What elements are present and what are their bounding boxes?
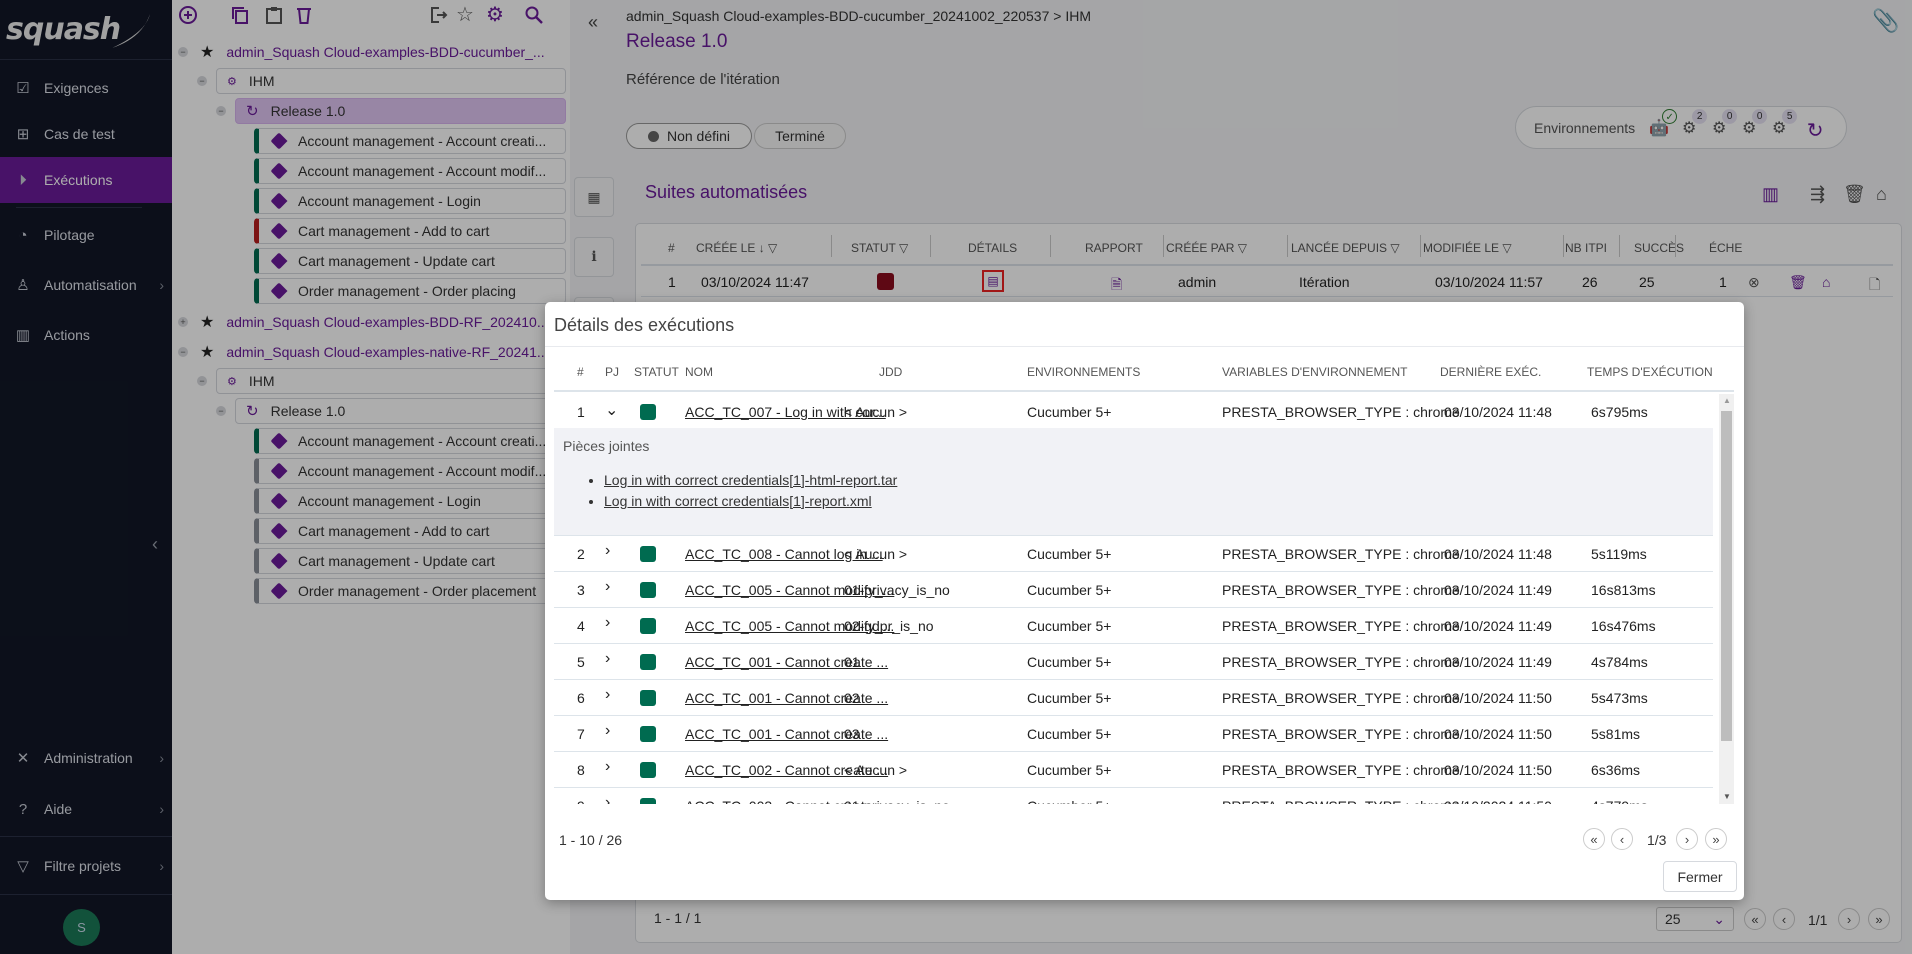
attachment-link[interactable]: Log in with correct credentials[1]-html-… [604,470,897,491]
collapse-chevron-icon[interactable]: ⌄ [605,400,618,420]
col-header: VARIABLES D'ENVIRONNEMENT [1222,365,1408,379]
attachments-label: Pièces jointes [563,438,650,454]
dialog-title: Détails des exécutions [554,315,735,335]
next-page-button[interactable]: › [1676,828,1698,850]
status-badge [640,762,656,778]
col-header: DERNIÈRE EXÉC. [1440,365,1542,379]
status-badge [640,654,656,670]
status-badge [640,618,656,634]
col-header: NOM [685,365,713,379]
col-header: PJ [605,365,620,379]
expand-chevron-icon[interactable]: › [605,794,610,804]
status-badge [640,798,656,804]
scrollbar-thumb[interactable] [1721,411,1732,741]
expand-chevron-icon[interactable]: › [605,578,610,596]
execution-details-dialog: Détails des exécutions # PJ STATUT NOM J… [545,302,1744,900]
close-button[interactable]: Fermer [1663,861,1737,892]
expand-chevron-icon[interactable]: › [605,614,610,632]
table-row[interactable]: 8 › ACC_TC_002 - Cannot create ... < Aucun … [554,752,1713,788]
attachments-panel: Pièces jointes Log in with correct crede… [554,428,1713,536]
table-row[interactable]: 1 ⌄ ACC_TC_007 - Log in with cor... < Aucun… [554,394,1713,430]
prev-page-button[interactable]: ‹ [1611,828,1633,850]
status-badge [640,582,656,598]
expand-chevron-icon[interactable]: › [605,542,610,560]
last-page-button[interactable]: » [1705,828,1727,850]
col-header: STATUT [634,365,679,379]
table-row[interactable]: 4 › ACC_TC_005 - Cannot modify_... 02-gdpr_… [554,608,1713,644]
scroll-up-icon: ▲ [1723,396,1731,405]
attachment-link[interactable]: Log in with correct credentials[1]-repor… [604,491,897,512]
first-page-button[interactable]: « [1583,828,1605,850]
expand-chevron-icon[interactable]: › [605,686,610,704]
table-row[interactable]: 6 › ACC_TC_001 - Cannot create ... 02 Cucumb… [554,680,1713,716]
table-row[interactable]: 3 › ACC_TC_005 - Cannot modify_... 01-priva… [554,572,1713,608]
expand-chevron-icon[interactable]: › [605,650,610,668]
status-badge [640,546,656,562]
status-badge [640,726,656,742]
dialog-scrollbar[interactable]: ▲ ▼ [1719,394,1734,804]
scroll-down-icon: ▼ [1723,792,1731,801]
status-badge [640,404,656,420]
table-row[interactable]: 5 › ACC_TC_001 - Cannot create ... 01 Cucumb… [554,644,1713,680]
expand-chevron-icon[interactable]: › [605,722,610,740]
expand-chevron-icon[interactable]: › [605,758,610,776]
table-row[interactable]: 9›ACC_TC_003 - Cannot create ...01-priva… [554,788,1713,804]
col-header: TEMPS D'EXÉCUTION [1587,365,1713,379]
status-badge [640,690,656,706]
col-header: JDD [879,365,903,379]
table-row[interactable]: 2 › ACC_TC_008 - Cannot log in ... < Aucun … [554,536,1713,572]
page-indicator: 1/3 [1647,832,1667,848]
table-row[interactable]: 7 › ACC_TC_001 - Cannot create ... 03 Cucumb… [554,716,1713,752]
pagination-summary: 1 - 10 / 26 [559,832,623,848]
col-header: ENVIRONNEMENTS [1027,365,1141,379]
col-header: # [577,365,584,379]
